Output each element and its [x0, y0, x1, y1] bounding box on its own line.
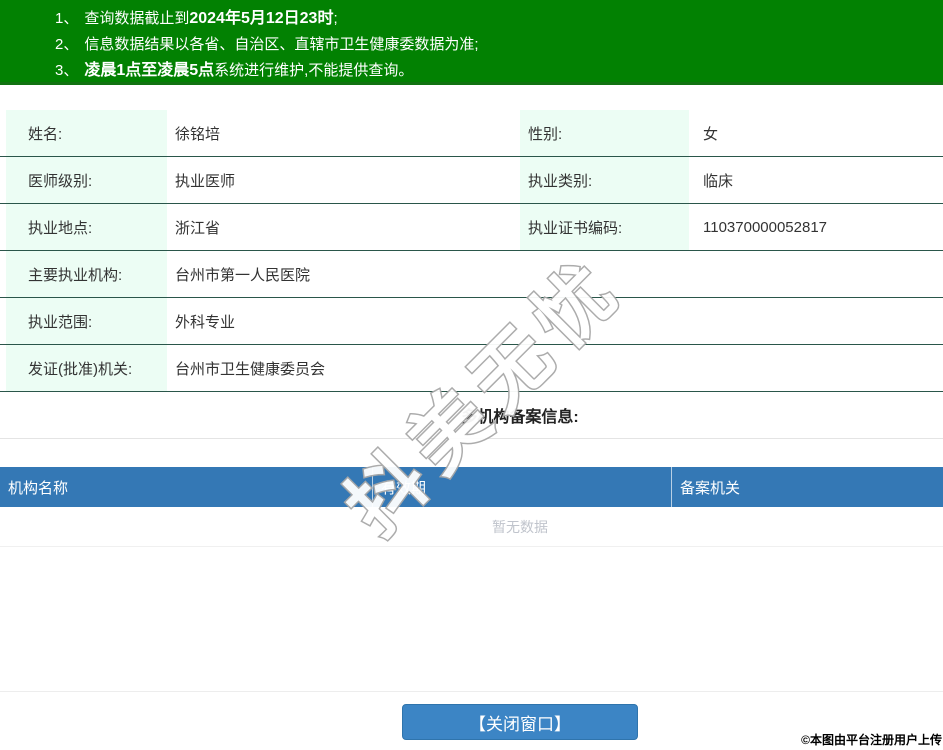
notice-line-bold: 2024年5月12日23时: [189, 10, 334, 27]
notice-line-text: 系统进行维护,不能提供查询。: [214, 62, 414, 79]
notice-line-2: 2、 信息数据结果以各省、自治区、直辖市卫生健康委数据为准;: [55, 32, 943, 58]
notice-line-text: ;: [333, 10, 338, 27]
gender-label: 性别:: [520, 110, 689, 156]
table-row-practice-scope: 执业范围: 外科专业: [0, 298, 943, 345]
practice-category-label: 执业类别:: [520, 157, 689, 203]
table-row-issuing-authority: 发证(批准)机关: 台州市卫生健康委员会: [0, 345, 943, 392]
practice-location-label: 执业地点:: [6, 204, 167, 250]
notice-line-text: 信息数据结果以各省、自治区、直辖市卫生健康委数据为准;: [84, 36, 479, 53]
practice-location-value: 浙江省: [175, 219, 221, 237]
practice-scope-value: 外科专业: [175, 313, 236, 331]
close-window-button[interactable]: 【关闭窗口】: [402, 704, 638, 740]
name-value: 徐铭培: [175, 125, 221, 143]
gender-value: 女: [703, 125, 719, 143]
table-row-name-gender: 姓名: 徐铭培 性别: 女: [0, 110, 943, 157]
notice-line-number: 3、: [55, 62, 79, 79]
records-table-header: 机构名称 有效期 备案机关: [0, 467, 943, 507]
column-header-validity-period: 有效期: [372, 467, 671, 507]
column-header-record-authority: 备案机关: [671, 467, 943, 507]
practice-scope-label: 执业范围:: [6, 298, 167, 344]
notice-line-number: 1、: [55, 10, 79, 27]
notice-line-3: 3、 凌晨1点至凌晨5点系统进行维护,不能提供查询。: [55, 58, 943, 84]
license-number-value: 110370000052817: [703, 218, 828, 236]
copyright-notice: ©本图由平台注册用户上传: [801, 733, 942, 747]
main-institution-value: 台州市第一人民医院: [175, 266, 311, 284]
doctor-detail-table: 姓名: 徐铭培 性别: 女 医师级别: 执业医师 执业类别: 临床 执业地点: …: [0, 110, 943, 740]
notice-line-1: 1、 查询数据截止到2024年5月12日23时;: [55, 6, 943, 32]
column-header-institution-name: 机构名称: [8, 479, 69, 497]
notice-banner: 1、 查询数据截止到2024年5月12日23时; 2、 信息数据结果以各省、自治区、…: [0, 0, 943, 85]
multi-institution-records-title: 多机构备案信息:: [0, 392, 943, 439]
records-empty-placeholder: 暂无数据: [0, 507, 943, 547]
doctor-level-label: 医师级别:: [6, 157, 167, 203]
main-institution-label: 主要执业机构:: [6, 251, 167, 297]
table-row-location-license: 执业地点: 浙江省 执业证书编码: 110370000052817: [0, 204, 943, 251]
notice-line-bold: 凌晨1点至凌晨5点: [84, 62, 215, 79]
doctor-level-value: 执业医师: [175, 172, 236, 190]
license-number-label: 执业证书编码:: [520, 204, 689, 250]
issuing-authority-label: 发证(批准)机关:: [6, 345, 167, 391]
table-row-level-category: 医师级别: 执业医师 执业类别: 临床: [0, 157, 943, 204]
notice-line-text: 查询数据截止到: [84, 10, 190, 27]
issuing-authority-value: 台州市卫生健康委员会: [175, 360, 326, 378]
notice-line-number: 2、: [55, 36, 79, 53]
practice-category-value: 临床: [703, 172, 734, 190]
name-label: 姓名:: [6, 110, 167, 156]
table-row-main-institution: 主要执业机构: 台州市第一人民医院: [0, 251, 943, 298]
